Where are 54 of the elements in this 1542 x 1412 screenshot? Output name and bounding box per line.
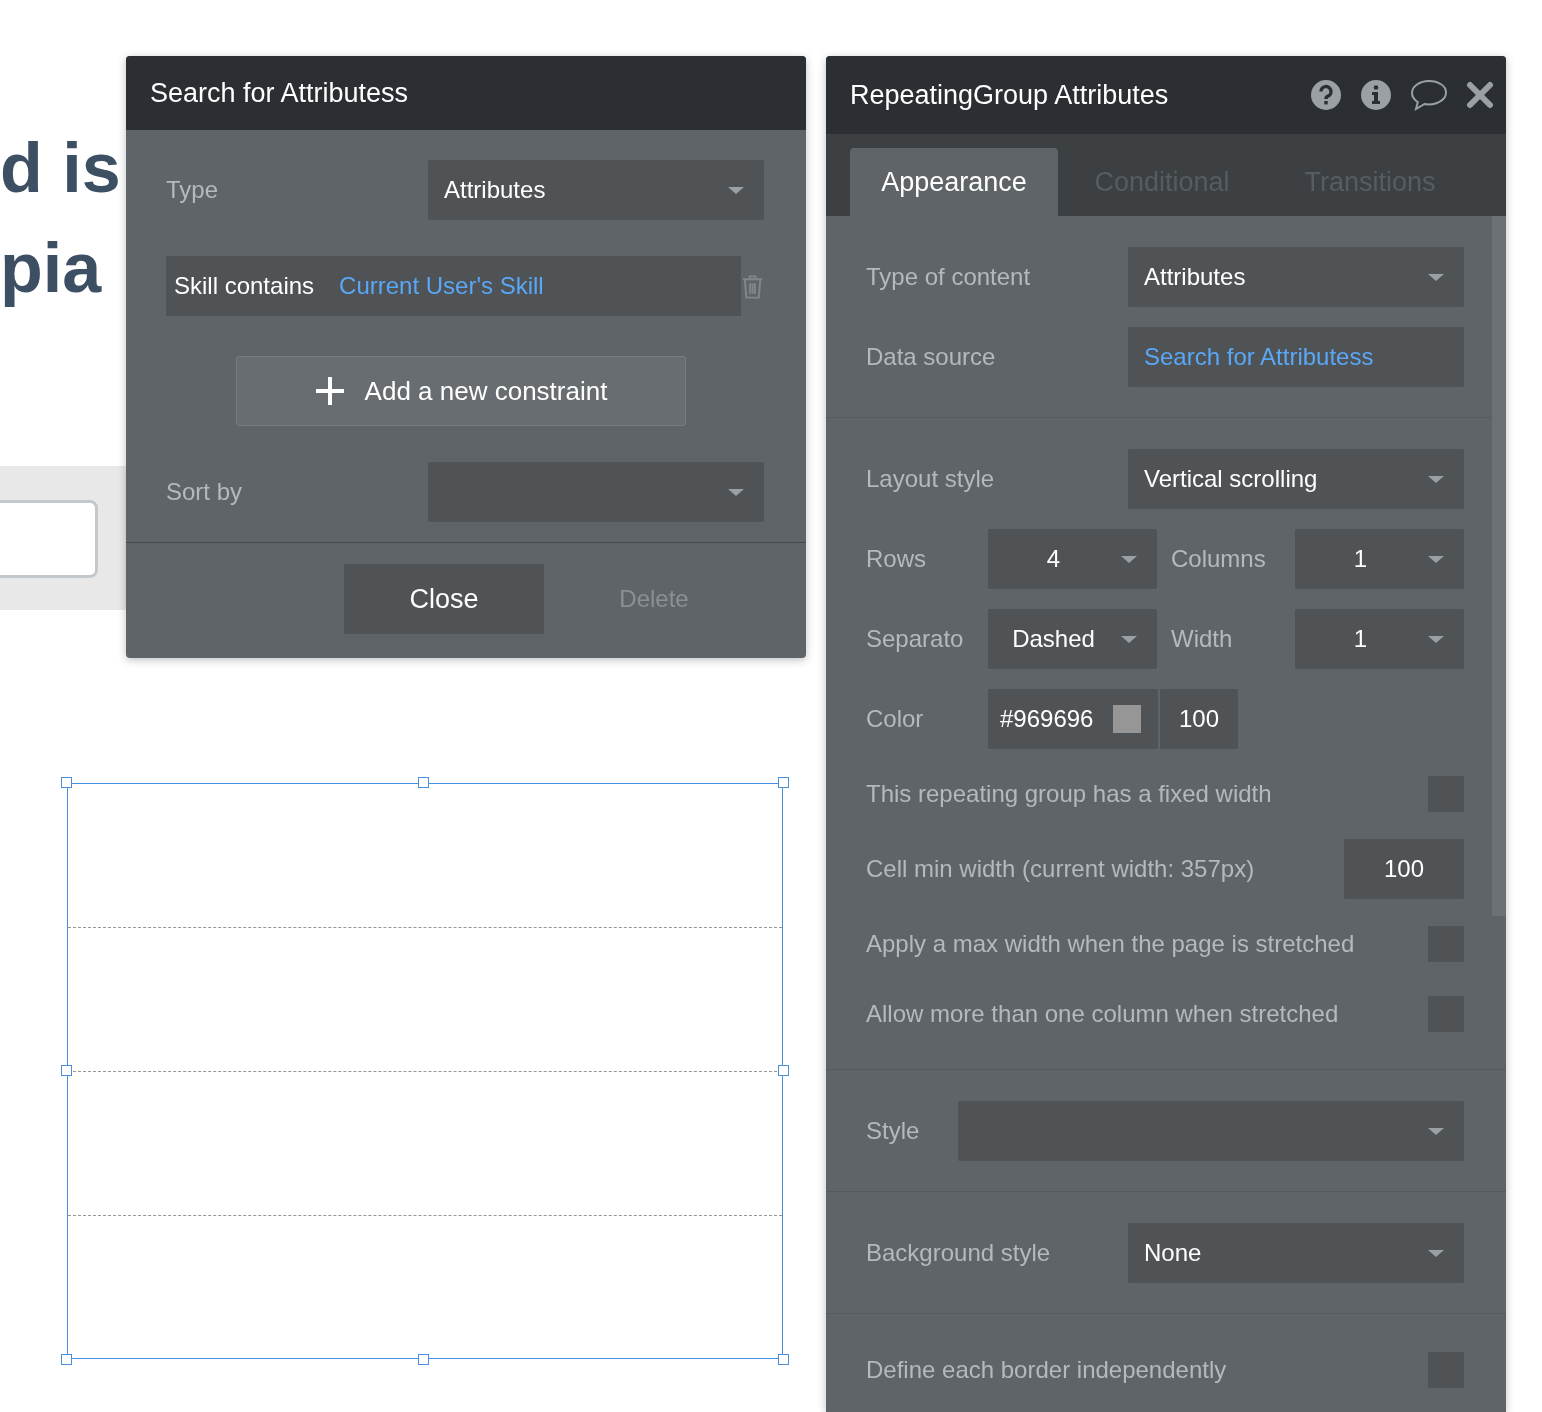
- field-label: Columns: [1171, 545, 1267, 573]
- add-constraint-button[interactable]: Add a new constraint: [236, 356, 686, 426]
- trash-icon[interactable]: [740, 274, 764, 300]
- field-label: Type of content: [866, 263, 1032, 291]
- checkbox-label: Apply a max width when the page is stretched: [866, 930, 1356, 958]
- resize-handle[interactable]: [61, 1065, 72, 1076]
- dropdown[interactable]: 1: [1294, 609, 1464, 669]
- resize-handle[interactable]: [418, 1354, 429, 1365]
- resize-handle[interactable]: [61, 777, 72, 788]
- resize-handle[interactable]: [418, 777, 429, 788]
- resize-handle[interactable]: [778, 1354, 789, 1365]
- close-icon[interactable]: [1466, 81, 1494, 109]
- heading-text: pia: [0, 228, 103, 309]
- opacity-field[interactable]: 100: [1160, 689, 1238, 749]
- info-icon[interactable]: [1360, 79, 1392, 111]
- scrollbar[interactable]: [1492, 216, 1506, 916]
- dropdown[interactable]: Attributes: [1128, 247, 1464, 307]
- dropdown[interactable]: 4: [987, 529, 1157, 589]
- dialog-title: Search for Attributess: [150, 77, 409, 109]
- resize-handle[interactable]: [778, 777, 789, 788]
- panel-tab[interactable]: Appearance: [850, 148, 1058, 216]
- comment-icon[interactable]: [1410, 79, 1448, 111]
- dropdown[interactable]: Dashed: [987, 609, 1157, 669]
- field-label: Cell min width (current width: 357px): [866, 855, 1256, 883]
- checkbox-label: Define each border independently: [866, 1356, 1228, 1384]
- field-label: Color: [866, 705, 925, 733]
- panel-title: RepeatingGroup Attributes: [850, 79, 1169, 111]
- field-label: Separato: [866, 625, 965, 653]
- resize-handle[interactable]: [61, 1354, 72, 1365]
- constraint-field: Skill contains: [174, 272, 315, 300]
- field-label: Layout style: [866, 465, 996, 493]
- close-button[interactable]: Close: [344, 564, 544, 634]
- field-label: Width: [1171, 625, 1234, 653]
- plus-icon: [314, 376, 345, 406]
- field-label: Rows: [866, 545, 927, 573]
- checkbox-label: This repeating group has a fixed width: [866, 780, 1273, 808]
- checkbox-label: Allow more than one column when stretched: [866, 1000, 1340, 1028]
- constraint-row[interactable]: Skill contains Current User's Skill: [166, 256, 741, 316]
- field-label: Sort by: [166, 478, 244, 506]
- dropdown[interactable]: 1: [1294, 529, 1464, 589]
- number-field[interactable]: 100: [1344, 839, 1464, 899]
- heading-text: d is: [0, 128, 121, 209]
- resize-handle[interactable]: [778, 1065, 789, 1076]
- color-swatch[interactable]: [1113, 705, 1142, 733]
- dropdown[interactable]: Vertical scrolling: [1128, 449, 1464, 509]
- field-label: Style: [866, 1117, 921, 1145]
- field-label: Type: [166, 176, 220, 204]
- input-field[interactable]: [0, 500, 98, 578]
- type-dropdown[interactable]: Attributes: [428, 160, 764, 220]
- help-icon[interactable]: [1310, 79, 1342, 111]
- color-field[interactable]: #969696: [988, 689, 1158, 749]
- field-label: Data source: [866, 343, 997, 371]
- dropdown[interactable]: None: [1128, 1223, 1464, 1283]
- field-label: Background style: [866, 1239, 1052, 1267]
